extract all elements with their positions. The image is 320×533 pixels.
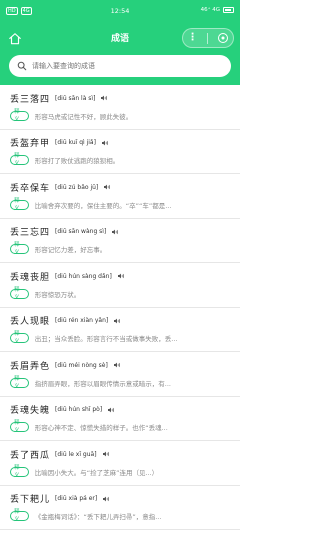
- definition-tag: 释义: [10, 242, 29, 256]
- item-header: 丢卒保车 [diū zú bǎo jū]: [10, 180, 230, 194]
- idiom-definition: 形容记忆力差，好忘事。: [34, 246, 107, 254]
- item-header: 丢三忘四 [diū sān wàng sì]: [10, 225, 230, 239]
- speaker-icon[interactable]: [107, 406, 115, 414]
- item-body: 释义 形容惊恐万状。: [10, 287, 230, 301]
- search-bar[interactable]: [9, 55, 231, 77]
- speaker-icon[interactable]: [102, 495, 110, 503]
- idiom-pinyin: [diū méi nòng sè]: [55, 361, 108, 369]
- idiom-word: 丢卒保车: [10, 183, 51, 194]
- list-item[interactable]: 丢眉弄色 [diū méi nòng sè] 释义 指挤眉弄眼，形容以眉眼传情示…: [0, 352, 240, 397]
- item-header: 丢魂丧胆 [diū hún sàng dǎn]: [10, 269, 230, 283]
- idiom-pinyin: [diū zú bǎo jū]: [55, 183, 99, 191]
- definition-tag: 释义: [10, 287, 29, 301]
- idiom-definition: 指挤眉弄眼，形容以眉眼传情示意或暗示，有...: [34, 379, 171, 388]
- idiom-pinyin: [diū le xī guā]: [55, 450, 97, 458]
- item-header: 丢人现眼 [diū rén xiàn yǎn]: [10, 314, 230, 328]
- speaker-icon[interactable]: [113, 317, 121, 325]
- item-header: 丢了西瓜 [diū le xī guā]: [10, 447, 230, 461]
- idiom-word: 丢三落四: [10, 94, 51, 105]
- idiom-word: 丢下耙儿: [10, 495, 51, 505]
- speaker-icon[interactable]: [102, 450, 110, 458]
- list-item[interactable]: 丢盔弃甲 [diū kuī qì jiǎ] 释义 形容打了败仗逃跑的狼狈相。: [0, 130, 240, 174]
- idiom-definition: 形容马虎或记性不好，顾此失彼。: [34, 112, 133, 121]
- idiom-word: 丢盔弃甲: [10, 139, 51, 149]
- search-icon: [17, 61, 27, 71]
- definition-tag: 释义: [10, 420, 29, 434]
- mini-program-capsule: ⋮: [182, 28, 234, 48]
- speaker-icon[interactable]: [103, 183, 111, 191]
- item-body: 释义 形容打了败仗逃跑的狼狈相。: [10, 153, 230, 167]
- speaker-icon[interactable]: [113, 361, 121, 369]
- definition-tag: 释义: [10, 109, 29, 123]
- idiom-pinyin: [diū kuī qì jiǎ]: [55, 139, 96, 146]
- item-body: 释义 出丑；当众丢脸。形容言行不当或做事失败，丢...: [10, 331, 230, 345]
- item-body: 释义 形容心神不定、惊慌失措的样子。也作“丢魂...: [10, 420, 230, 434]
- speaker-icon[interactable]: [101, 139, 109, 147]
- definition-tag: 释义: [10, 465, 29, 479]
- battery-icon: [223, 7, 234, 13]
- idiom-pinyin: [diū rén xiàn yǎn]: [55, 317, 109, 324]
- idiom-definition: 《金瓶梅词话》：“丢下耙儿弄扫帚”，意指...: [34, 513, 162, 521]
- definition-tag: 释义: [10, 376, 29, 390]
- item-header: 丢魂失魄 [diū hún shī pò]: [10, 403, 230, 417]
- definition-tag: 释义: [10, 153, 29, 167]
- idiom-definition: 形容打了败仗逃跑的狼狈相。: [34, 157, 120, 165]
- idiom-pinyin: [diū hún shī pò]: [55, 406, 103, 413]
- list-item[interactable]: 丢人现眼 [diū rén xiàn yǎn] 释义 出丑；当众丢脸。形容言行不…: [0, 308, 240, 352]
- signal-text: 46⁺ 4G: [200, 7, 220, 13]
- definition-tag: 释义: [10, 198, 29, 212]
- idiom-list: 丢三落四 [diū sān là sì] 释义 形容马虎或记性不好，顾此失彼。 …: [0, 85, 240, 530]
- idiom-word: 丢人现眼: [10, 317, 51, 327]
- idiom-pinyin: [diū hún sàng dǎn]: [55, 272, 112, 280]
- app-header: HD 4G 12:54 46⁺ 4G 成语 ⋮: [0, 0, 240, 85]
- list-item[interactable]: 丢了西瓜 [diū le xī guā] 释义 比喻因小失大。与“捡了芝麻”连用…: [0, 441, 240, 486]
- idiom-definition: 比喻因小失大。与“捡了芝麻”连用（见...）: [34, 468, 159, 477]
- status-bar: HD 4G 12:54 46⁺ 4G: [0, 0, 240, 22]
- definition-tag: 释义: [10, 509, 29, 523]
- list-item[interactable]: 丢三忘四 [diū sān wàng sì] 释义 形容记忆力差，好忘事。: [0, 219, 240, 263]
- idiom-word: 丢三忘四: [10, 228, 51, 238]
- speaker-icon[interactable]: [100, 94, 108, 102]
- list-item[interactable]: 丢卒保车 [diū zú bǎo jū] 释义 比喻舍弃次要的，保住主要的。“卒…: [0, 174, 240, 219]
- search-input[interactable]: [32, 62, 222, 70]
- idiom-definition: 形容心神不定、惊慌失措的样子。也作“丢魂...: [34, 424, 168, 432]
- close-circle-icon[interactable]: [217, 32, 229, 44]
- item-header: 丢盔弃甲 [diū kuī qì jiǎ]: [10, 136, 230, 150]
- item-body: 释义 形容马虎或记性不好，顾此失彼。: [10, 109, 230, 123]
- list-item[interactable]: 丢魂失魄 [diū hún shī pò] 释义 形容心神不定、惊慌失措的样子。…: [0, 397, 240, 441]
- idiom-pinyin: [diū xià pá er]: [55, 495, 98, 502]
- item-body: 释义 《金瓶梅词话》：“丢下耙儿弄扫帚”，意指...: [10, 509, 230, 523]
- item-header: 丢眉弄色 [diū méi nòng sè]: [10, 358, 230, 372]
- idiom-definition: 形容惊恐万状。: [34, 290, 81, 299]
- idiom-word: 丢眉弄色: [10, 361, 51, 372]
- idiom-definition: 比喻舍弃次要的，保住主要的。“卒”“车”都是...: [34, 201, 172, 210]
- idiom-word: 丢了西瓜: [10, 450, 51, 461]
- item-body: 释义 指挤眉弄眼，形容以眉眼传情示意或暗示，有...: [10, 376, 230, 390]
- definition-tag: 释义: [10, 331, 29, 345]
- item-body: 释义 比喻因小失大。与“捡了芝麻”连用（见...）: [10, 465, 230, 479]
- idiom-definition: 出丑；当众丢脸。形容言行不当或做事失败，丢...: [34, 335, 178, 343]
- idiom-pinyin: [diū sān là sì]: [55, 94, 96, 102]
- idiom-pinyin: [diū sān wàng sì]: [55, 228, 107, 235]
- idiom-word: 丢魂失魄: [10, 406, 51, 416]
- list-item[interactable]: 丢魂丧胆 [diū hún sàng dǎn] 释义 形容惊恐万状。: [0, 263, 240, 308]
- item-body: 释义 比喻舍弃次要的，保住主要的。“卒”“车”都是...: [10, 198, 230, 212]
- list-item[interactable]: 丢下耙儿 [diū xià pá er] 释义 《金瓶梅词话》：“丢下耙儿弄扫帚…: [0, 486, 240, 530]
- capsule-divider: [206, 32, 208, 44]
- speaker-icon[interactable]: [117, 272, 125, 280]
- list-item[interactable]: 丢三落四 [diū sān là sì] 释义 形容马虎或记性不好，顾此失彼。: [0, 85, 240, 130]
- nav-bar: 成语 ⋮: [0, 26, 240, 50]
- speaker-icon[interactable]: [111, 228, 119, 236]
- idiom-word: 丢魂丧胆: [10, 272, 51, 283]
- more-dots-icon[interactable]: ⋮: [188, 33, 198, 43]
- item-body: 释义 形容记忆力差，好忘事。: [10, 242, 230, 256]
- item-header: 丢下耙儿 [diū xià pá er]: [10, 492, 230, 506]
- status-right: 46⁺ 4G: [201, 7, 234, 13]
- item-header: 丢三落四 [diū sān là sì]: [10, 91, 230, 105]
